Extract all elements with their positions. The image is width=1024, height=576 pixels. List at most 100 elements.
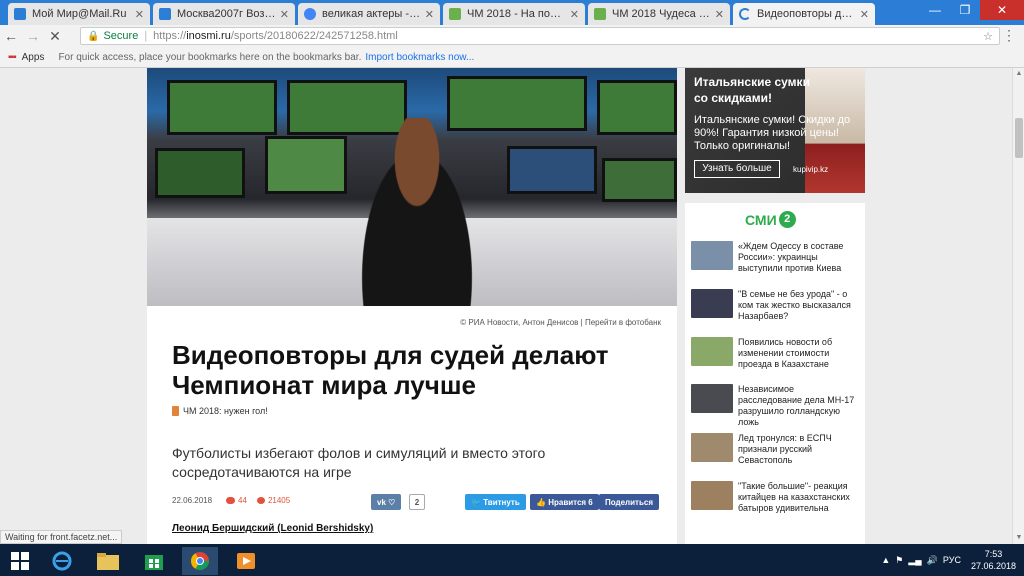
mail-icon	[14, 8, 26, 20]
vk-share-button[interactable]: vk ♡	[371, 494, 402, 510]
forward-arrow-icon[interactable]: →	[22, 28, 44, 44]
news-thumb	[691, 433, 733, 462]
folder-icon	[97, 553, 119, 570]
photo-monitor	[167, 80, 277, 135]
bookmarks-bar: ▪▪▪ Apps For quick access, place your bo…	[0, 47, 1024, 68]
news-thumb	[691, 337, 733, 366]
fb-like-label: Нравится 6	[548, 497, 593, 507]
rubric-link[interactable]: ЧМ 2018: нужен гол!	[172, 406, 268, 416]
apps-link[interactable]: Apps	[22, 52, 45, 63]
news-title: Лед тронулся: в ЕСПЧ признали русский Се…	[738, 433, 832, 465]
chrome-icon	[191, 552, 209, 571]
ad-headline: Итальянские сумки со скидками!	[694, 75, 810, 105]
menu-dots-icon[interactable]: ⋮	[1002, 27, 1016, 44]
news-item[interactable]: Появились новости об изменении стоимости…	[691, 337, 859, 370]
address-bar[interactable]: 🔒 Secure | https:// inosmi.ru /sports/20…	[80, 27, 1000, 45]
store-taskbar-icon[interactable]	[136, 547, 172, 575]
system-tray: ▲ ⚑ ▂▄ 🔊 РУС 7:53 27.06.2018	[881, 544, 1016, 576]
status-bubble: Waiting for front.facetz.net...	[0, 530, 123, 544]
photo-monitor	[265, 136, 347, 194]
tab-title: ЧМ 2018 Чудеса героев	[612, 8, 711, 20]
smi2-logo[interactable]: СМИ 2	[745, 211, 796, 228]
clock[interactable]: 7:53 27.06.2018	[971, 548, 1016, 572]
thumbs-up-icon: 👍	[536, 497, 546, 507]
fb-share-button[interactable]: Поделиться	[599, 494, 660, 510]
fb-like-button[interactable]: 👍 Нравится 6	[530, 494, 599, 510]
url-path: /sports/20180622/242571258.html	[230, 30, 398, 42]
photo-monitor	[155, 148, 245, 198]
heart-icon: ♡	[388, 497, 396, 507]
lock-icon: 🔒	[87, 30, 100, 42]
smi2-logo-num: 2	[778, 211, 796, 228]
comments-count[interactable]: 44	[226, 496, 247, 505]
photo-caption[interactable]: © РИА Новости, Антон Денисов | Перейти в…	[147, 318, 661, 327]
news-thumb	[691, 289, 733, 318]
scroll-up-icon[interactable]: ▲	[1013, 68, 1024, 80]
scroll-down-icon[interactable]: ▼	[1013, 532, 1024, 544]
tab-mail[interactable]: Мой Мир@Mail.Ru ✕	[8, 3, 150, 25]
bookmark-star-icon[interactable]: ☆	[983, 30, 993, 43]
close-icon[interactable]: ✕	[280, 8, 289, 21]
close-icon[interactable]: ✕	[135, 8, 144, 21]
photo-person	[347, 118, 487, 306]
close-icon[interactable]: ✕	[715, 8, 724, 21]
twitter-icon: 🐦	[471, 497, 481, 507]
divider: |	[144, 30, 148, 42]
photo-monitor	[602, 158, 677, 202]
stop-icon[interactable]: ✕	[44, 28, 66, 45]
article-photo[interactable]	[147, 68, 677, 306]
explorer-taskbar-icon[interactable]	[90, 547, 126, 575]
window-close-icon[interactable]: ✕	[980, 0, 1024, 20]
tab-search[interactable]: великая актеры - Поиск ✕	[298, 3, 440, 25]
bookmarks-hint: For quick access, place your bookmarks h…	[58, 51, 362, 63]
scrollbar-thumb[interactable]	[1015, 118, 1023, 158]
smi2-widget: СМИ 2 «Ждем Одессу в составе России»: ук…	[685, 203, 865, 544]
back-arrow-icon[interactable]: ←	[0, 28, 22, 44]
start-button[interactable]	[4, 547, 36, 575]
secure-label: Secure	[103, 30, 139, 42]
news-item[interactable]: "В семье не без урода" - о ком так жестк…	[691, 289, 859, 322]
close-icon[interactable]: ✕	[860, 8, 869, 21]
news-title: "В семье не без урода" - о ком так жестк…	[738, 289, 851, 321]
minimize-icon[interactable]: —	[920, 0, 950, 20]
tab-strip: Мой Мир@Mail.Ru ✕ Москва2007г Возвращен …	[0, 0, 1024, 25]
close-icon[interactable]: ✕	[570, 8, 579, 21]
maximize-icon[interactable]: ❐	[950, 0, 980, 20]
language-indicator[interactable]: РУС	[943, 555, 961, 565]
ad-learn-more-button[interactable]: Узнать больше	[694, 160, 780, 178]
tab-moscow[interactable]: Москва2007г Возвращен ✕	[153, 3, 295, 25]
page-scrollbar[interactable]: ▲ ▼	[1012, 68, 1024, 544]
news-item[interactable]: «Ждем Одессу в составе России»: украинцы…	[691, 241, 859, 274]
news-thumb	[691, 481, 733, 510]
tab-wc-heroes[interactable]: ЧМ 2018 Чудеса героев ✕	[588, 3, 730, 25]
network-icon[interactable]: ▂▄	[908, 555, 921, 566]
news-title: "Такие большие"- реакция китайцев на каз…	[738, 481, 850, 513]
news-thumb	[691, 384, 733, 413]
article-author[interactable]: Леонид Бершидский (Leonid Bershidsky)	[172, 523, 373, 534]
volume-icon[interactable]: 🔊	[927, 555, 938, 566]
page-icon	[449, 8, 461, 20]
rubric-label: ЧМ 2018: нужен гол!	[183, 406, 268, 416]
article-column: © РИА Новости, Антон Денисов | Перейти в…	[147, 68, 677, 544]
tab-wc-threshold[interactable]: ЧМ 2018 - На пороге се ✕	[443, 3, 585, 25]
photo-monitor	[597, 80, 677, 135]
news-item[interactable]: "Такие большие"- реакция китайцев на каз…	[691, 481, 859, 514]
news-item[interactable]: Лед тронулся: в ЕСПЧ признали русский Се…	[691, 433, 859, 466]
apps-grid-icon[interactable]: ▪▪▪	[8, 52, 17, 63]
ie-taskbar-icon[interactable]	[44, 547, 80, 575]
media-taskbar-icon[interactable]	[228, 547, 264, 575]
tab-video-replays[interactable]: Видеоповторы для суде ✕	[733, 3, 875, 25]
import-bookmarks-link[interactable]: Import bookmarks now...	[365, 52, 474, 63]
media-player-icon	[237, 553, 255, 569]
chevron-up-icon[interactable]: ▲	[881, 555, 890, 565]
url-host: inosmi.ru	[186, 30, 231, 42]
close-icon[interactable]: ✕	[425, 8, 434, 21]
news-item[interactable]: Независимое расследование дела МН-17 раз…	[691, 384, 859, 428]
flag-icon[interactable]: ⚑	[895, 555, 903, 566]
twitter-share-button[interactable]: 🐦 Твитнуть	[465, 494, 526, 510]
article-lead: Футболисты избегают фолов и симуляций и …	[172, 445, 546, 480]
clock-date: 27.06.2018	[970, 561, 1016, 571]
chrome-taskbar-icon[interactable]	[182, 547, 218, 575]
page-viewport: © РИА Новости, Антон Денисов | Перейти в…	[0, 68, 1012, 544]
ad-banner[interactable]: Итальянские сумки со скидками! Итальянск…	[685, 68, 865, 193]
